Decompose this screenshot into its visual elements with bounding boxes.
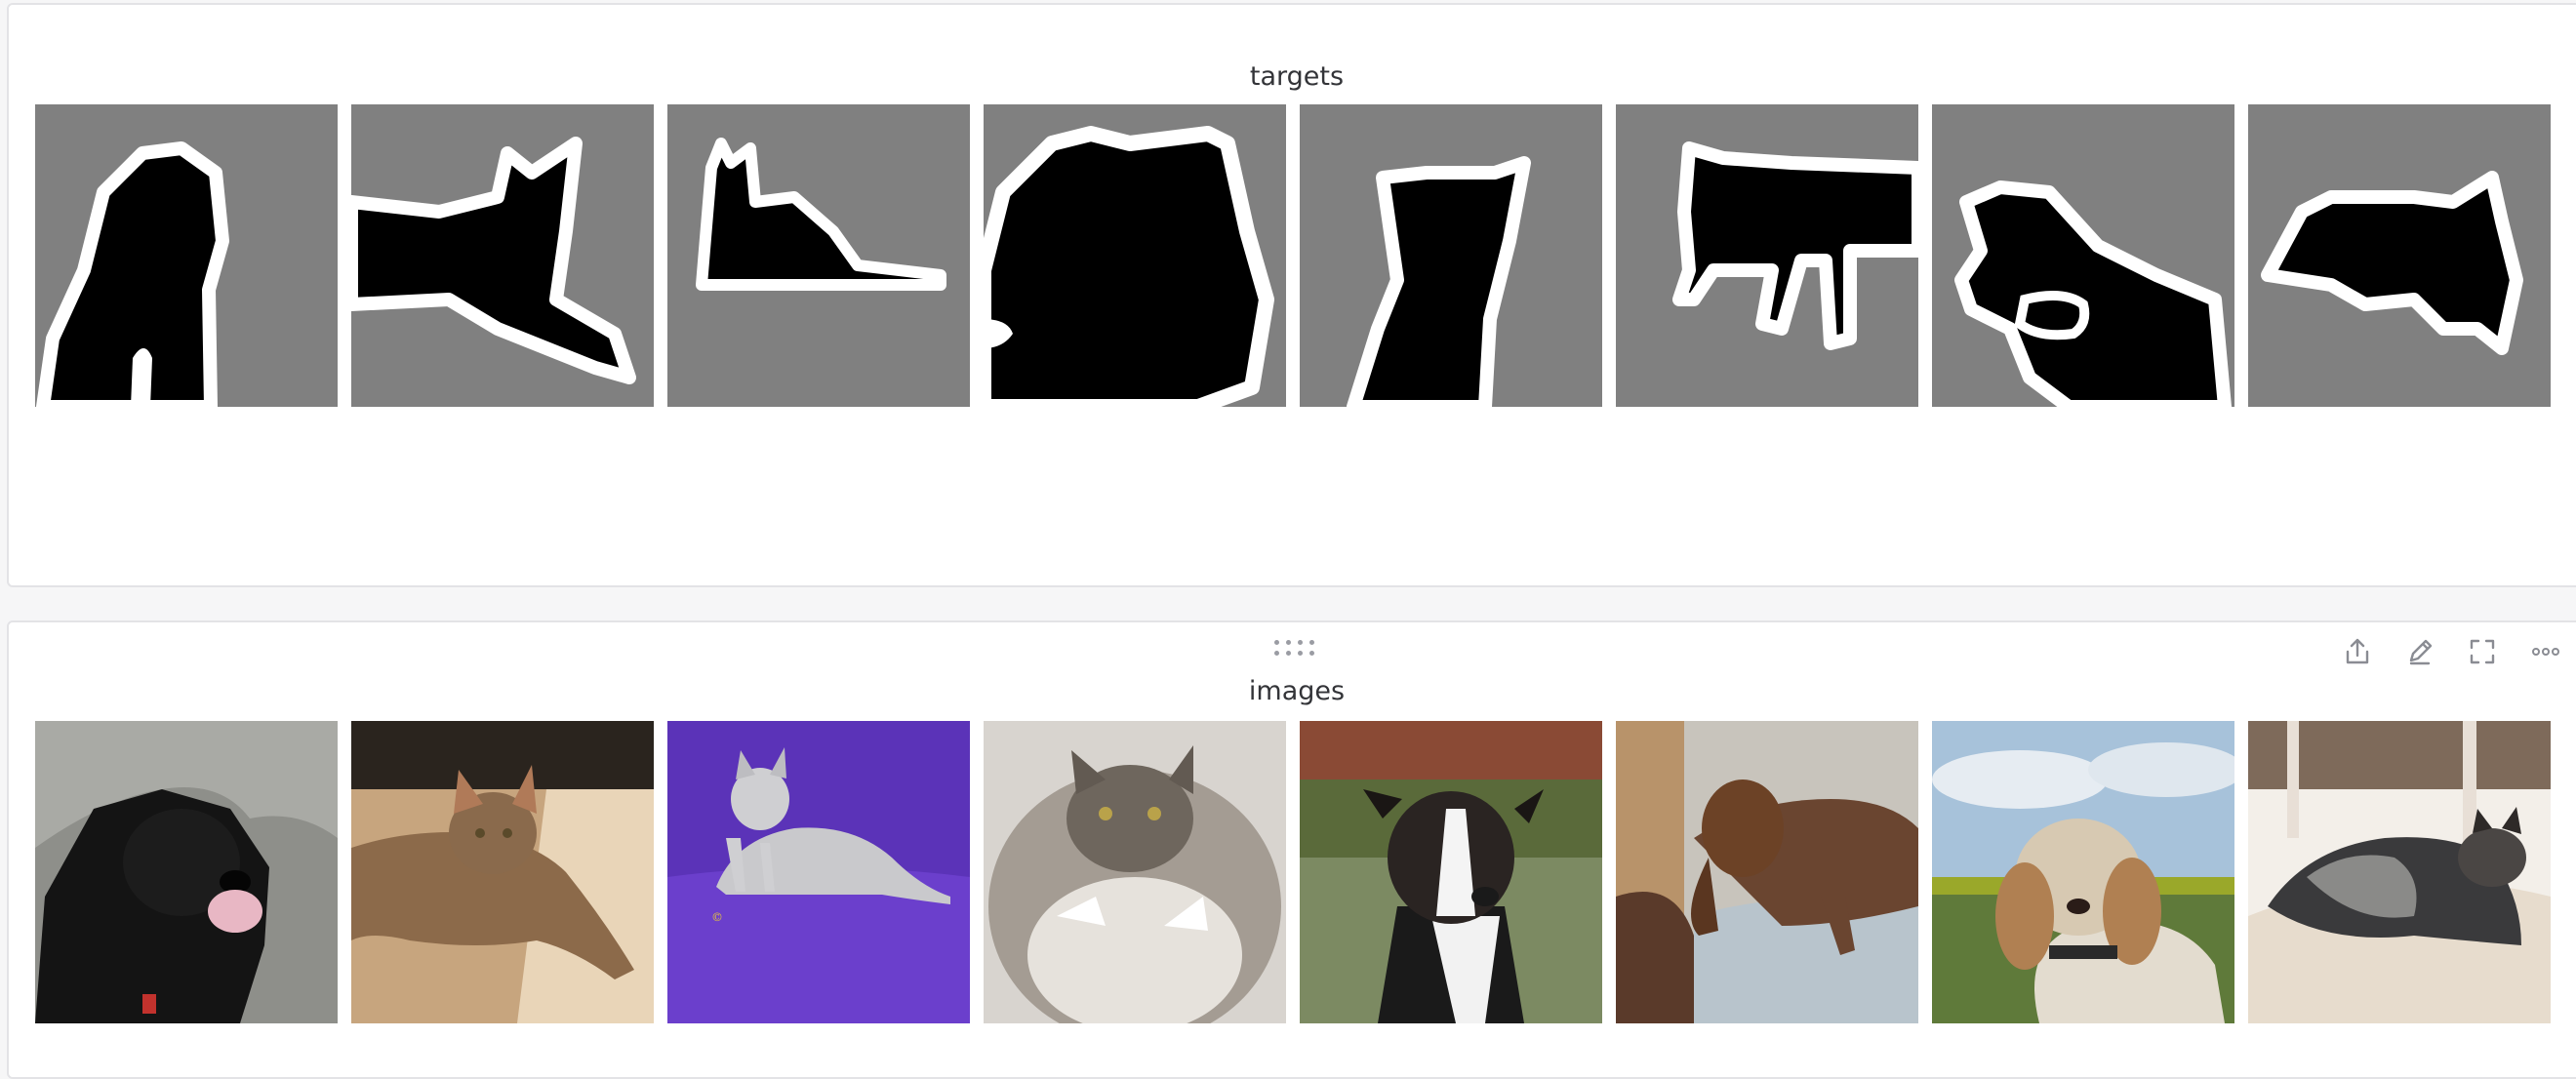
- mask-8-graphic: [2248, 104, 2551, 407]
- mask-1-graphic: [35, 104, 338, 407]
- image-1-graphic: [35, 721, 338, 1023]
- drag-handle-icon[interactable]: [1274, 640, 1321, 659]
- sample-image-1[interactable]: [35, 721, 338, 1023]
- edit-icon[interactable]: [2402, 634, 2437, 669]
- target-mask-5[interactable]: [1300, 104, 1602, 407]
- target-mask-8[interactable]: [2248, 104, 2551, 407]
- sample-image-2[interactable]: [351, 721, 654, 1023]
- targets-panel: targets: [7, 3, 2576, 587]
- svg-text:©: ©: [711, 910, 723, 924]
- target-mask-1[interactable]: [35, 104, 338, 407]
- sample-image-3[interactable]: ©: [667, 721, 970, 1023]
- more-icon[interactable]: [2528, 634, 2563, 669]
- mask-7-graphic: [1932, 104, 2234, 407]
- target-mask-3[interactable]: [667, 104, 970, 407]
- image-5-graphic: [1300, 721, 1602, 1023]
- target-mask-6[interactable]: [1616, 104, 1918, 407]
- mask-4-graphic: [984, 104, 1286, 407]
- mask-3-graphic: [667, 104, 970, 407]
- image-6-graphic: [1616, 721, 1918, 1023]
- sample-image-7[interactable]: [1932, 721, 2234, 1023]
- target-mask-7[interactable]: [1932, 104, 2234, 407]
- image-8-graphic: [2248, 721, 2551, 1023]
- mask-5-graphic: [1300, 104, 1602, 407]
- panel-title-images: images: [1248, 676, 1346, 706]
- mask-2-graphic: [351, 104, 654, 407]
- sample-image-6[interactable]: [1616, 721, 1918, 1023]
- mask-6-graphic: [1616, 104, 1918, 407]
- target-mask-4[interactable]: [984, 104, 1286, 407]
- sample-image-4[interactable]: [984, 721, 1286, 1023]
- image-3-graphic: ©: [667, 721, 970, 1023]
- export-icon[interactable]: [2340, 634, 2375, 669]
- fullscreen-icon[interactable]: [2465, 634, 2500, 669]
- sample-image-5[interactable]: [1300, 721, 1602, 1023]
- sample-image-8[interactable]: [2248, 721, 2551, 1023]
- image-7-graphic: [1932, 721, 2234, 1023]
- panel-title-targets: targets: [1249, 61, 1345, 92]
- target-mask-2[interactable]: [351, 104, 654, 407]
- images-panel: images ©: [7, 620, 2576, 1079]
- image-2-graphic: [351, 721, 654, 1023]
- image-4-graphic: [984, 721, 1286, 1023]
